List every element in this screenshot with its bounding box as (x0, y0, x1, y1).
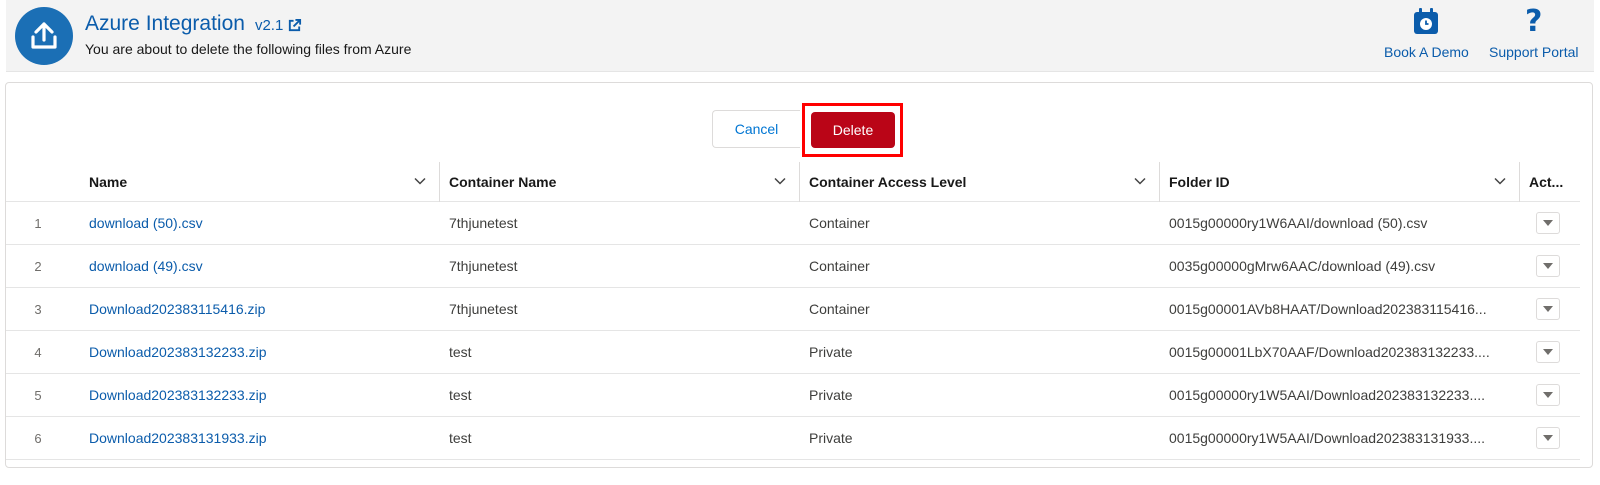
chevron-down-icon[interactable] (773, 174, 787, 188)
calendar-clock-icon (1413, 6, 1439, 38)
row-action-menu-button[interactable] (1536, 341, 1560, 363)
row-action-menu-button[interactable] (1536, 255, 1560, 277)
column-header-actions: Act... (1529, 162, 1579, 202)
row-action-menu-button[interactable] (1536, 427, 1560, 449)
column-label: Act... (1529, 174, 1564, 190)
external-link-icon (289, 18, 302, 32)
caret-down-icon (1543, 349, 1553, 355)
row-action-menu-button[interactable] (1536, 384, 1560, 406)
row-actions-cell (1536, 417, 1560, 459)
column-label: Folder ID (1169, 174, 1230, 190)
chevron-down-icon[interactable] (413, 174, 427, 188)
action-bar: Cancel (712, 105, 800, 148)
column-header-name[interactable]: Name (89, 162, 439, 202)
access-level: Container (809, 301, 870, 317)
row-actions-cell (1536, 374, 1560, 416)
file-name-link[interactable]: download (49).csv (89, 245, 419, 287)
table-row: 2 download (49).csv 7thjunetest Containe… (6, 245, 1580, 288)
access-level: Container (809, 215, 870, 231)
table-row: 3 Download202383115416.zip 7thjunetest C… (6, 288, 1580, 331)
caret-down-icon (1543, 392, 1553, 398)
row-actions-cell (1536, 245, 1560, 287)
column-label: Container Access Level (809, 174, 967, 190)
column-divider[interactable] (1159, 162, 1160, 202)
row-actions-cell (1536, 288, 1560, 330)
row-number: 2 (34, 258, 42, 274)
table-row: 4 Download202383132233.zip test Private … (6, 331, 1580, 374)
file-name-link[interactable]: Download202383132233.zip (89, 374, 419, 416)
folder-id: 0015g00001AVb8HAAT/Download202383115416.… (1169, 301, 1487, 317)
files-table: Name Container Name Container Access Lev… (6, 162, 1580, 460)
app-title: Azure Integration (85, 12, 245, 35)
container-name: 7thjunetest (449, 215, 518, 231)
chevron-down-icon[interactable] (1133, 174, 1147, 188)
table-row: 5 Download202383132233.zip test Private … (6, 374, 1580, 417)
chevron-down-icon[interactable] (1493, 174, 1507, 188)
table-header: Name Container Name Container Access Lev… (6, 162, 1580, 202)
row-number: 6 (34, 430, 42, 446)
version-link[interactable]: v2.1 (255, 17, 302, 34)
column-label: Container Name (449, 174, 557, 190)
caret-down-icon (1543, 306, 1553, 312)
column-divider[interactable] (1519, 162, 1520, 202)
column-header-container[interactable]: Container Name (449, 162, 799, 202)
row-number: 3 (34, 301, 42, 317)
column-divider[interactable] (439, 162, 440, 202)
folder-id: 0015g00000ry1W6AAI/download (50).csv (1169, 215, 1428, 231)
caret-down-icon (1543, 263, 1553, 269)
folder-id: 0015g00000ry1W5AAI/Download202383131933.… (1169, 430, 1486, 446)
row-action-menu-button[interactable] (1536, 212, 1560, 234)
file-name-link[interactable]: download (50).csv (89, 202, 419, 244)
cancel-button[interactable]: Cancel (712, 110, 800, 148)
column-header-folder[interactable]: Folder ID (1169, 162, 1519, 202)
folder-id: 0015g00000ry1W5AAI/Download202383132233.… (1169, 387, 1486, 403)
support-portal-link[interactable]: ? Support Portal (1489, 4, 1579, 61)
file-name-link[interactable]: Download202383131933.zip (89, 417, 419, 459)
access-level: Private (809, 344, 853, 360)
folder-id: 0015g00001LbX70AAF/Download202383132233.… (1169, 344, 1490, 360)
access-level: Container (809, 258, 870, 274)
page-subtitle: You are about to delete the following fi… (85, 41, 412, 57)
column-header-access[interactable]: Container Access Level (809, 162, 1159, 202)
row-number: 4 (34, 344, 42, 360)
column-label: Name (89, 174, 128, 190)
access-level: Private (809, 387, 853, 403)
access-level: Private (809, 430, 853, 446)
version-label: v2.1 (254, 17, 284, 34)
row-number: 1 (34, 215, 42, 231)
file-name-link[interactable]: Download202383115416.zip (89, 288, 419, 330)
container-name: test (449, 387, 472, 403)
app-header: Azure Integration v2.1 You are about to … (6, 0, 1594, 72)
upload-icon (15, 7, 73, 65)
question-mark-icon: ? (1525, 4, 1543, 39)
book-demo-link[interactable]: Book A Demo (1384, 6, 1469, 60)
container-name: 7thjunetest (449, 301, 518, 317)
delete-button[interactable]: Delete (811, 112, 895, 148)
row-number: 5 (34, 387, 42, 403)
support-portal-label: Support Portal (1489, 44, 1579, 60)
table-row: 1 download (50).csv 7thjunetest Containe… (6, 202, 1580, 245)
column-divider[interactable] (799, 162, 800, 202)
caret-down-icon (1543, 220, 1553, 226)
file-name-link[interactable]: Download202383132233.zip (89, 331, 419, 373)
container-name: 7thjunetest (449, 258, 518, 274)
folder-id: 0035g00000gMrw6AAC/download (49).csv (1169, 258, 1436, 274)
book-demo-label: Book A Demo (1384, 44, 1469, 60)
container-name: test (449, 430, 472, 446)
container-name: test (449, 344, 472, 360)
row-action-menu-button[interactable] (1536, 298, 1560, 320)
caret-down-icon (1543, 435, 1553, 441)
row-actions-cell (1536, 202, 1560, 244)
table-row: 6 Download202383131933.zip test Private … (6, 417, 1580, 460)
row-actions-cell (1536, 331, 1560, 373)
